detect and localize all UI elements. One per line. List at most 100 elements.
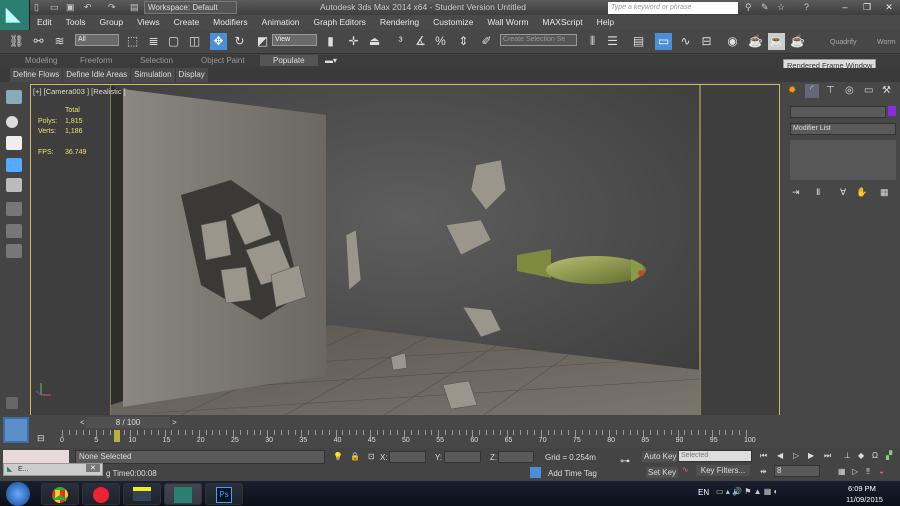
new-file-icon[interactable]: ▯: [34, 2, 44, 12]
pivot-center-icon[interactable]: ▮: [322, 33, 339, 50]
previous-frame-icon[interactable]: ◀: [777, 451, 783, 460]
monitor-app-taskbar-icon[interactable]: [123, 483, 161, 505]
select-object-icon[interactable]: ⬚: [124, 33, 141, 50]
undo-icon[interactable]: ↶: [84, 2, 94, 12]
field-of-view-icon[interactable]: ◆: [858, 451, 864, 460]
menu-modifiers[interactable]: Modifiers: [206, 15, 254, 30]
tab-freeform[interactable]: Freeform: [80, 56, 112, 65]
menu-graph-editors[interactable]: Graph Editors: [306, 15, 372, 30]
open-file-icon[interactable]: ▭: [50, 2, 60, 12]
selection-lock-icon[interactable]: 🔒: [350, 452, 360, 461]
select-move-icon[interactable]: ✥: [210, 33, 227, 50]
schematic-view-icon[interactable]: ⊟: [698, 33, 715, 50]
binoculars-icon[interactable]: ⚲: [745, 2, 755, 12]
hierarchy-tab-icon[interactable]: ⊤: [826, 85, 835, 96]
time-tag-icon[interactable]: [530, 467, 541, 478]
open-mini-curve-editor-icon[interactable]: ⊟: [37, 433, 45, 444]
layer-manager-icon[interactable]: ▤: [630, 33, 647, 50]
select-scale-icon[interactable]: ◩: [254, 33, 271, 50]
show-end-result-icon[interactable]: Ⅱ: [816, 187, 820, 198]
redo-icon[interactable]: ↷: [108, 2, 118, 12]
viewport-layout-icon[interactable]: [6, 90, 22, 104]
battery-icon[interactable]: [6, 158, 22, 172]
app-logo-button[interactable]: ◣: [0, 0, 30, 30]
spinner-snap-icon[interactable]: ⇕: [455, 33, 472, 50]
motion-tab-icon[interactable]: ◎: [845, 85, 854, 96]
utilities-tab-icon[interactable]: ⚒: [882, 85, 891, 96]
itunes-taskbar-icon[interactable]: [82, 483, 120, 505]
dolly-camera-icon[interactable]: ▷: [852, 467, 858, 476]
menu-edit[interactable]: Edit: [30, 15, 59, 30]
menu-maxscript[interactable]: MAXScript: [535, 15, 589, 30]
tab-selection[interactable]: Selection: [140, 56, 173, 65]
menu-group[interactable]: Group: [93, 15, 131, 30]
communication-icon[interactable]: ✎: [761, 2, 771, 12]
display-tab-icon[interactable]: ▭: [864, 85, 873, 96]
clock-time[interactable]: 6:09 PM: [848, 484, 876, 493]
menu-create[interactable]: Create: [167, 15, 207, 30]
set-keys-key-icon[interactable]: ⊶: [620, 456, 630, 467]
select-manipulate-icon[interactable]: ✛: [345, 33, 362, 50]
isolate-selection-icon[interactable]: 💡: [333, 452, 343, 461]
minimized-close-button[interactable]: ✕: [86, 464, 100, 472]
keyboard-shortcut-override-icon[interactable]: ⏏: [366, 33, 383, 50]
object-color-swatch[interactable]: [888, 106, 896, 116]
ribbon-options-icon[interactable]: ▬▾: [325, 56, 337, 65]
time-configuration-icon[interactable]: ▦: [838, 467, 846, 476]
modify-tab-icon[interactable]: ◜: [805, 84, 819, 98]
go-to-start-icon[interactable]: ⏮: [760, 451, 767, 461]
language-indicator[interactable]: EN: [698, 488, 709, 497]
track-bar[interactable]: 0 5 10 15 20 25 30 35 40 45 50 55 60 65 70 75 80 85 90 95 10…: [60, 430, 756, 445]
key-filters-button[interactable]: Key Filters...: [696, 465, 750, 476]
rectangular-selection-icon[interactable]: ▢: [165, 33, 182, 50]
camera-viewport[interactable]: [+] [Camera003 ] [Realistic ] Total Poly…: [30, 84, 780, 416]
key-mode-toggle-icon[interactable]: ⇹: [760, 467, 767, 476]
material-editor-icon[interactable]: ◉: [724, 33, 741, 50]
x-coordinate-input[interactable]: [389, 451, 426, 463]
object-name-field[interactable]: [790, 106, 886, 118]
play-icon[interactable]: ▷: [793, 451, 799, 460]
menu-wall-worm[interactable]: Wall Worm: [480, 15, 535, 30]
photoshop-taskbar-icon[interactable]: Ps: [205, 483, 243, 505]
edit-named-selection-icon[interactable]: ✐: [478, 33, 495, 50]
menu-rendering[interactable]: Rendering: [373, 15, 426, 30]
close-button[interactable]: ✕: [878, 0, 900, 14]
unlink-icon[interactable]: ⚯: [30, 33, 47, 50]
window-crossing-icon[interactable]: ◫: [186, 33, 203, 50]
modifier-list-dropdown[interactable]: Modifier List: [790, 123, 896, 135]
select-rotate-icon[interactable]: ↻: [231, 33, 248, 50]
quadrify-button[interactable]: Quadrify: [830, 39, 856, 46]
named-selection-set-dropdown[interactable]: Create Selection Se: [500, 34, 577, 46]
menu-customize[interactable]: Customize: [426, 15, 480, 30]
absolute-mode-icon[interactable]: ⊡: [368, 452, 375, 461]
time-slider-prev[interactable]: <: [80, 418, 85, 427]
tab-modeling[interactable]: Modeling: [25, 56, 57, 65]
worm-button[interactable]: Worm: [877, 39, 896, 46]
menu-tools[interactable]: Tools: [59, 15, 93, 30]
menu-views[interactable]: Views: [130, 15, 167, 30]
play-plugin-icon[interactable]: [6, 224, 22, 238]
remove-modifier-icon[interactable]: ✋: [856, 187, 867, 198]
time-slider[interactable]: 8 / 100: [86, 417, 170, 428]
previous-frame-plugin-icon[interactable]: [6, 202, 22, 216]
current-frame-input[interactable]: 8: [774, 465, 820, 477]
expand-arrow-icon[interactable]: [6, 397, 18, 409]
workspace-dropdown[interactable]: Workspace: Default: [144, 1, 237, 14]
help-icon[interactable]: ?: [804, 2, 814, 12]
set-key-button[interactable]: Set Key: [646, 467, 679, 478]
maximize-viewport-icon[interactable]: ▞: [886, 451, 892, 460]
mirror-icon[interactable]: ⫴: [584, 33, 601, 50]
next-plugin-icon[interactable]: [6, 244, 22, 258]
3dsmax-taskbar-icon[interactable]: [164, 483, 202, 505]
viewport-label-menu[interactable]: [+] [Camera003 ] [Realistic ]: [33, 87, 126, 96]
render-production-icon[interactable]: ☕: [789, 33, 806, 50]
search-input[interactable]: Type a keyword or phrase: [608, 2, 738, 14]
pin-stack-icon[interactable]: ⇥: [792, 187, 800, 198]
project-folder-icon[interactable]: ▤: [130, 2, 140, 12]
align-icon[interactable]: ☰: [604, 33, 621, 50]
render-setup-icon[interactable]: ☕: [747, 33, 764, 50]
angle-snap-icon[interactable]: ∡: [412, 33, 429, 50]
zoom-extents-icon[interactable]: ⊥: [844, 451, 851, 460]
orbit-camera-icon[interactable]: ◒: [879, 467, 884, 476]
create-tab-icon[interactable]: ✹: [788, 85, 796, 96]
